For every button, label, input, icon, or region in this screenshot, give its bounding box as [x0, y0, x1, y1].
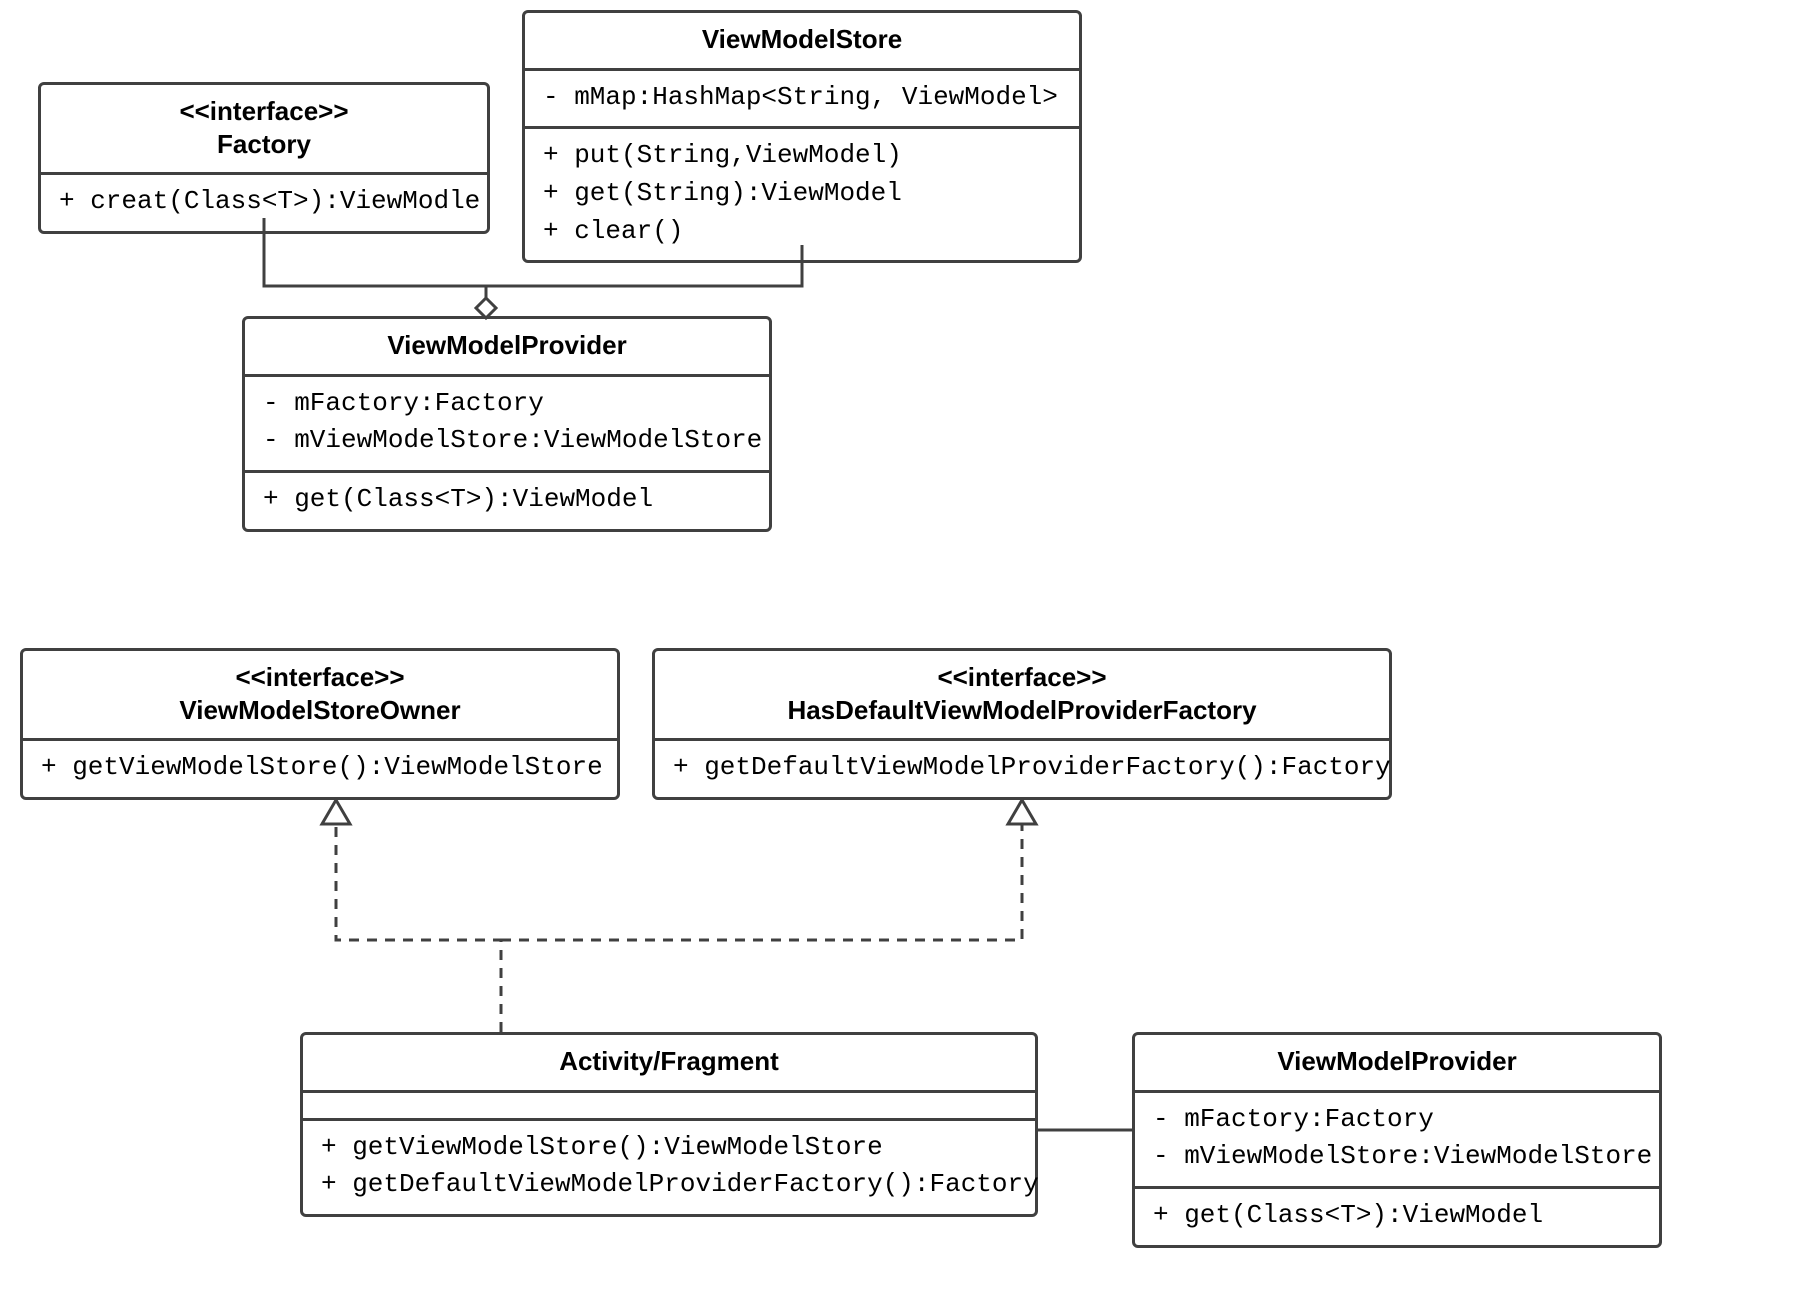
class-viewmodelstore: ViewModelStore - mMap:HashMap<String, Vi… [522, 10, 1082, 263]
activityfragment-methods: + getViewModelStore():ViewModelStore + g… [303, 1121, 1035, 1214]
viewmodelstore-title: ViewModelStore [525, 13, 1079, 71]
class-viewmodelprovider2: ViewModelProvider - mFactory:Factory - m… [1132, 1032, 1662, 1248]
edge-af-hasdefault [501, 825, 1022, 940]
viewmodelprovider2-method-0: + get(Class<T>):ViewModel [1153, 1197, 1641, 1235]
viewmodelprovider-name: ViewModelProvider [387, 330, 626, 360]
viewmodelstore-method-0: + put(String,ViewModel) [543, 137, 1061, 175]
viewmodelstoreowner-stereotype: <<interface>> [41, 661, 599, 694]
viewmodelprovider-method-0: + get(Class<T>):ViewModel [263, 481, 751, 519]
class-factory-title: <<interface>> Factory [41, 85, 487, 175]
viewmodelprovider2-name: ViewModelProvider [1277, 1046, 1516, 1076]
viewmodelstore-method-2: + clear() [543, 213, 1061, 251]
activityfragment-fields [303, 1093, 1035, 1121]
viewmodelstore-method-1: + get(String):ViewModel [543, 175, 1061, 213]
viewmodelprovider2-methods: + get(Class<T>):ViewModel [1135, 1189, 1659, 1245]
viewmodelprovider-field-0: - mFactory:Factory [263, 385, 751, 423]
realization-arrowhead-hasdefault-icon [1008, 800, 1036, 824]
viewmodelprovider2-field-0: - mFactory:Factory [1153, 1101, 1641, 1139]
class-hasdefaultfactory: <<interface>> HasDefaultViewModelProvide… [652, 648, 1392, 800]
viewmodelstore-fields: - mMap:HashMap<String, ViewModel> [525, 71, 1079, 130]
class-viewmodelprovider: ViewModelProvider - mFactory:Factory - m… [242, 316, 772, 532]
hasdefaultfactory-title: <<interface>> HasDefaultViewModelProvide… [655, 651, 1389, 741]
viewmodelstore-methods: + put(String,ViewModel) + get(String):Vi… [525, 129, 1079, 260]
factory-methods: + creat(Class<T>):ViewModle [41, 175, 487, 231]
activityfragment-title: Activity/Fragment [303, 1035, 1035, 1093]
viewmodelstoreowner-title: <<interface>> ViewModelStoreOwner [23, 651, 617, 741]
factory-name: Factory [217, 129, 311, 159]
viewmodelprovider2-title: ViewModelProvider [1135, 1035, 1659, 1093]
hasdefaultfactory-stereotype: <<interface>> [673, 661, 1371, 694]
viewmodelstore-field-0: - mMap:HashMap<String, ViewModel> [543, 79, 1061, 117]
hasdefaultfactory-name: HasDefaultViewModelProviderFactory [787, 695, 1256, 725]
hasdefaultfactory-method-0: + getDefaultViewModelProviderFactory():F… [673, 749, 1371, 787]
class-factory: <<interface>> Factory + creat(Class<T>):… [38, 82, 490, 234]
realization-arrowhead-owner-icon [322, 800, 350, 824]
viewmodelstore-name: ViewModelStore [702, 24, 902, 54]
viewmodelprovider-title: ViewModelProvider [245, 319, 769, 377]
viewmodelprovider2-fields: - mFactory:Factory - mViewModelStore:Vie… [1135, 1093, 1659, 1189]
viewmodelstoreowner-method-0: + getViewModelStore():ViewModelStore [41, 749, 599, 787]
class-activityfragment: Activity/Fragment + getViewModelStore():… [300, 1032, 1038, 1217]
factory-stereotype: <<interface>> [59, 95, 469, 128]
activityfragment-name: Activity/Fragment [559, 1046, 779, 1076]
viewmodelstoreowner-methods: + getViewModelStore():ViewModelStore [23, 741, 617, 797]
viewmodelprovider2-field-1: - mViewModelStore:ViewModelStore [1153, 1138, 1641, 1176]
aggregation-diamond-icon [476, 298, 496, 318]
edge-af-owner [336, 825, 501, 1032]
viewmodelprovider-methods: + get(Class<T>):ViewModel [245, 473, 769, 529]
viewmodelprovider-fields: - mFactory:Factory - mViewModelStore:Vie… [245, 377, 769, 473]
viewmodelprovider-field-1: - mViewModelStore:ViewModelStore [263, 422, 751, 460]
class-viewmodelstoreowner: <<interface>> ViewModelStoreOwner + getV… [20, 648, 620, 800]
activityfragment-method-1: + getDefaultViewModelProviderFactory():F… [321, 1166, 1017, 1204]
activityfragment-method-0: + getViewModelStore():ViewModelStore [321, 1129, 1017, 1167]
viewmodelstoreowner-name: ViewModelStoreOwner [179, 695, 460, 725]
hasdefaultfactory-methods: + getDefaultViewModelProviderFactory():F… [655, 741, 1389, 797]
factory-method-0: + creat(Class<T>):ViewModle [59, 183, 469, 221]
